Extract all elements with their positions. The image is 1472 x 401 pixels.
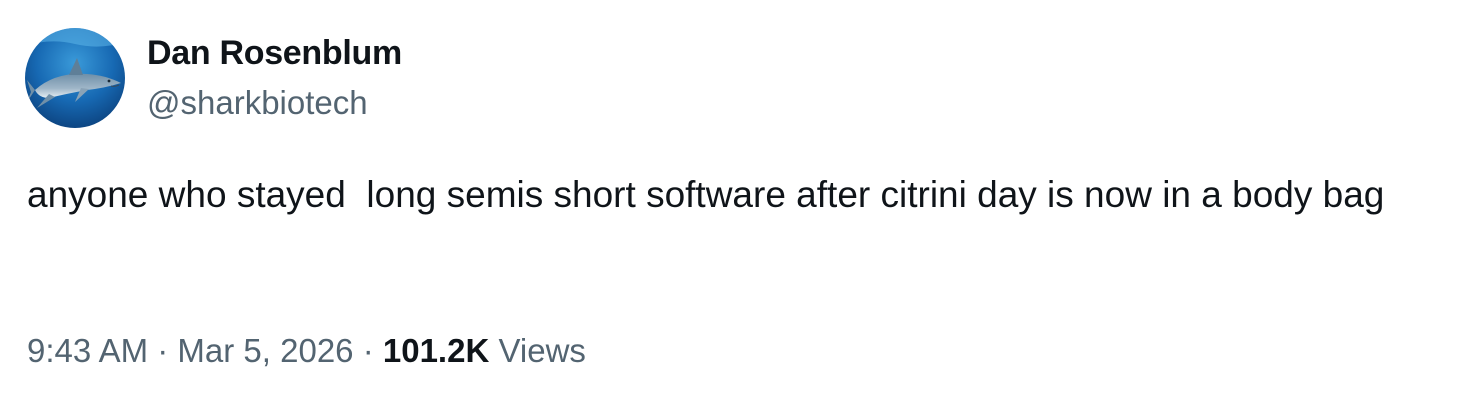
meta-separator: · xyxy=(157,332,169,369)
tweet-meta: 9:43 AM · Mar 5, 2026 · 101.2K Views xyxy=(27,329,586,373)
views-count: 101.2K xyxy=(382,332,490,369)
author-avatar[interactable] xyxy=(25,28,125,128)
author-display-name[interactable]: Dan Rosenblum xyxy=(147,32,402,74)
views-label: Views xyxy=(498,332,586,369)
views-link[interactable]: 101.2K Views xyxy=(383,332,586,369)
tweet-card: Dan Rosenblum @sharkbiotech anyone who s… xyxy=(0,0,1472,401)
tweet-date[interactable]: Mar 5, 2026 xyxy=(177,332,353,369)
tweet-time[interactable]: 9:43 AM xyxy=(27,332,148,369)
tweet-text: anyone who stayed long semis short softw… xyxy=(27,174,1385,215)
shark-avatar-icon xyxy=(25,28,125,128)
meta-separator: · xyxy=(362,332,374,369)
author-handle[interactable]: @sharkbiotech xyxy=(147,82,368,124)
